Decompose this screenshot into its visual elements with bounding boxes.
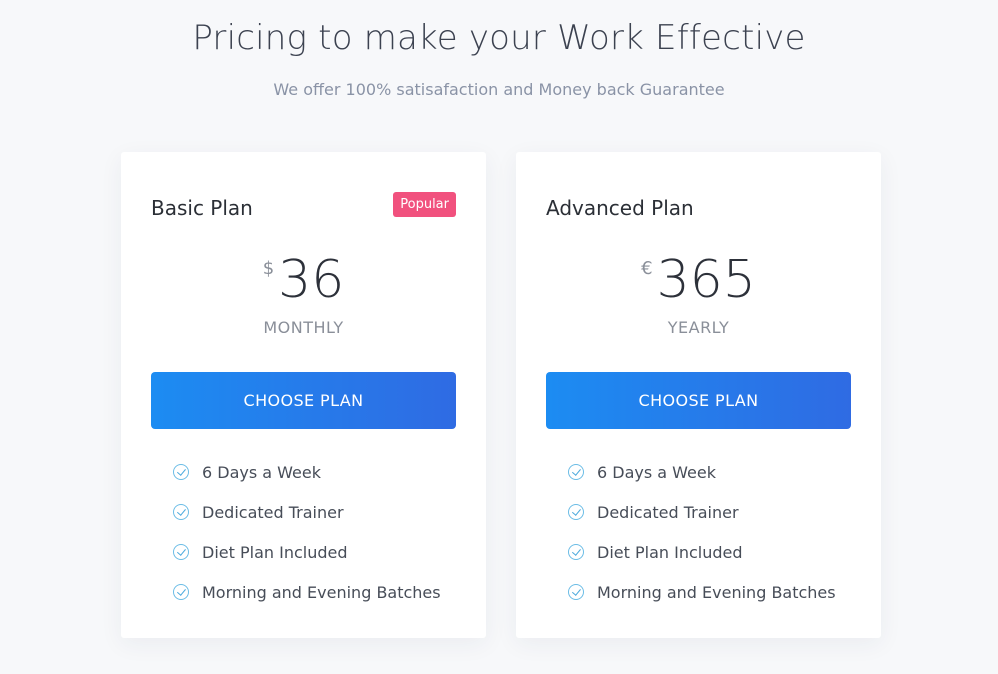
- check-circle-icon: [173, 464, 189, 480]
- pricing-page: Pricing to make your Work Effective We o…: [0, 0, 998, 674]
- check-circle-icon: [173, 504, 189, 520]
- check-circle-icon: [568, 544, 584, 560]
- check-circle-icon: [173, 584, 189, 600]
- feature-label: Morning and Evening Batches: [597, 582, 836, 602]
- billing-period: YEARLY: [667, 318, 730, 337]
- page-title: Pricing to make your Work Effective: [192, 18, 806, 58]
- feature-item: Morning and Evening Batches: [568, 572, 836, 612]
- check-circle-icon: [173, 544, 189, 560]
- feature-item: Diet Plan Included: [173, 532, 441, 572]
- feature-label: 6 Days a Week: [597, 462, 717, 482]
- feature-label: Morning and Evening Batches: [202, 582, 441, 602]
- feature-list: 6 Days a Week Dedicated Trainer Diet Pla…: [173, 452, 441, 612]
- price: $36: [121, 248, 486, 312]
- feature-label: 6 Days a Week: [202, 462, 322, 482]
- popular-badge: Popular: [393, 192, 456, 217]
- choose-plan-button[interactable]: CHOOSE PLAN: [151, 372, 456, 429]
- feature-list: 6 Days a Week Dedicated Trainer Diet Pla…: [568, 452, 836, 612]
- billing-period: MONTHLY: [263, 318, 344, 337]
- plan-name: Basic Plan: [151, 196, 253, 220]
- choose-plan-button[interactable]: CHOOSE PLAN: [546, 372, 851, 429]
- plan-card-basic: Basic Plan Popular $36 MONTHLY CHOOSE PL…: [121, 152, 486, 638]
- check-circle-icon: [568, 504, 584, 520]
- page-subtitle: We offer 100% satisafaction and Money ba…: [273, 80, 725, 99]
- feature-label: Diet Plan Included: [202, 542, 348, 562]
- feature-item: Diet Plan Included: [568, 532, 836, 572]
- feature-item: Dedicated Trainer: [568, 492, 836, 532]
- feature-label: Dedicated Trainer: [202, 502, 344, 522]
- check-circle-icon: [568, 584, 584, 600]
- check-circle-icon: [568, 464, 584, 480]
- feature-label: Diet Plan Included: [597, 542, 743, 562]
- feature-item: 6 Days a Week: [173, 452, 441, 492]
- price: €365: [516, 248, 881, 312]
- currency-symbol: €: [641, 258, 653, 279]
- price-amount: 36: [278, 250, 345, 310]
- feature-item: Morning and Evening Batches: [173, 572, 441, 612]
- plan-name: Advanced Plan: [546, 196, 694, 220]
- currency-symbol: $: [262, 258, 275, 279]
- price-amount: 365: [656, 250, 756, 310]
- plan-card-advanced: Advanced Plan €365 YEARLY CHOOSE PLAN 6 …: [516, 152, 881, 638]
- feature-item: Dedicated Trainer: [173, 492, 441, 532]
- feature-label: Dedicated Trainer: [597, 502, 739, 522]
- feature-item: 6 Days a Week: [568, 452, 836, 492]
